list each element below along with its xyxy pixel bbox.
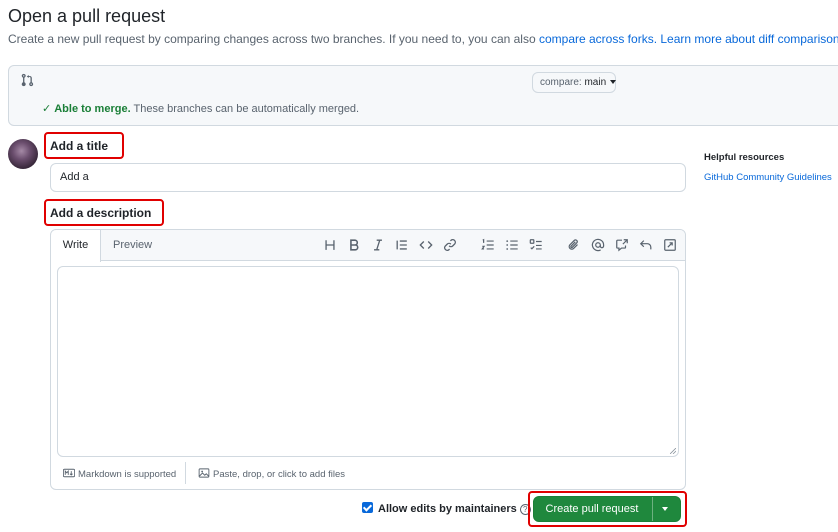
add-files-hint[interactable]: Paste, drop, or click to add files [198,467,345,480]
mention-icon[interactable] [591,238,605,252]
markdown-hint-label: Markdown is supported [78,469,177,480]
markdown-icon [62,468,76,478]
ordered-list-icon[interactable] [481,238,495,252]
task-list-icon[interactable] [529,238,543,252]
title-label: Add a title [50,139,109,153]
code-icon[interactable] [419,238,433,252]
compare-branch-name: main [584,77,607,88]
allow-edits-label[interactable]: Allow edits by maintainers [378,503,517,515]
footer-divider [185,462,186,484]
resize-handle-icon[interactable] [670,448,676,454]
compare-forks-link[interactable]: compare across forks. [539,32,657,46]
tab-preview[interactable]: Preview [113,230,152,260]
description-label: Add a description [50,206,152,220]
bold-icon[interactable] [347,238,361,252]
page-title: Open a pull request [8,6,166,26]
merge-status-detail: These branches can be automatically merg… [133,103,360,115]
create-pull-request-button[interactable]: Create pull request [534,497,650,521]
merge-status: ✓ Able to merge. These branches can be au… [42,102,359,115]
markdown-supported-hint[interactable]: Markdown is supported [62,467,177,480]
chevron-down-icon [610,80,617,85]
attach-icon[interactable] [567,238,581,252]
description-textarea[interactable] [57,266,679,457]
image-icon [198,468,210,478]
title-input[interactable]: Add a [50,163,686,192]
check-icon: ✓ [42,103,52,115]
page-subtitle: Create a new pull request by comparing c… [8,32,838,46]
chevron-down-icon[interactable] [662,507,668,511]
heading-icon[interactable] [323,238,337,252]
tab-write[interactable]: Write [51,230,101,262]
allow-edits-row: Allow edits by maintainers? [362,502,531,515]
allow-edits-checkbox[interactable] [362,502,373,513]
quote-icon[interactable] [395,238,409,252]
compare-branch-select[interactable]: compare: main [532,72,617,93]
link-icon[interactable] [443,238,457,252]
undo-icon[interactable] [639,238,653,252]
reference-icon[interactable] [615,238,629,252]
community-guidelines-link[interactable]: GitHub Community Guidelines [704,172,832,183]
git-compare-icon[interactable] [20,73,34,87]
learn-more-link[interactable]: Learn more about diff comparisons here. [660,32,838,46]
merge-status-label: Able to merge. [54,103,131,115]
italic-icon[interactable] [371,238,385,252]
branch-range-box [8,65,838,126]
compare-prefix: compare: [540,77,582,88]
fullscreen-icon[interactable] [663,238,677,252]
avatar[interactable] [8,139,38,169]
add-files-label: Paste, drop, or click to add files [213,469,346,480]
create-pull-request-button-group: Create pull request [533,496,681,522]
helpful-resources-heading: Helpful resources [704,152,785,163]
unordered-list-icon[interactable] [505,238,519,252]
description-editor: Write Preview Markdown is supported Past… [50,229,686,490]
subtitle-text: Create a new pull request by comparing c… [8,32,536,46]
button-divider [652,497,653,521]
